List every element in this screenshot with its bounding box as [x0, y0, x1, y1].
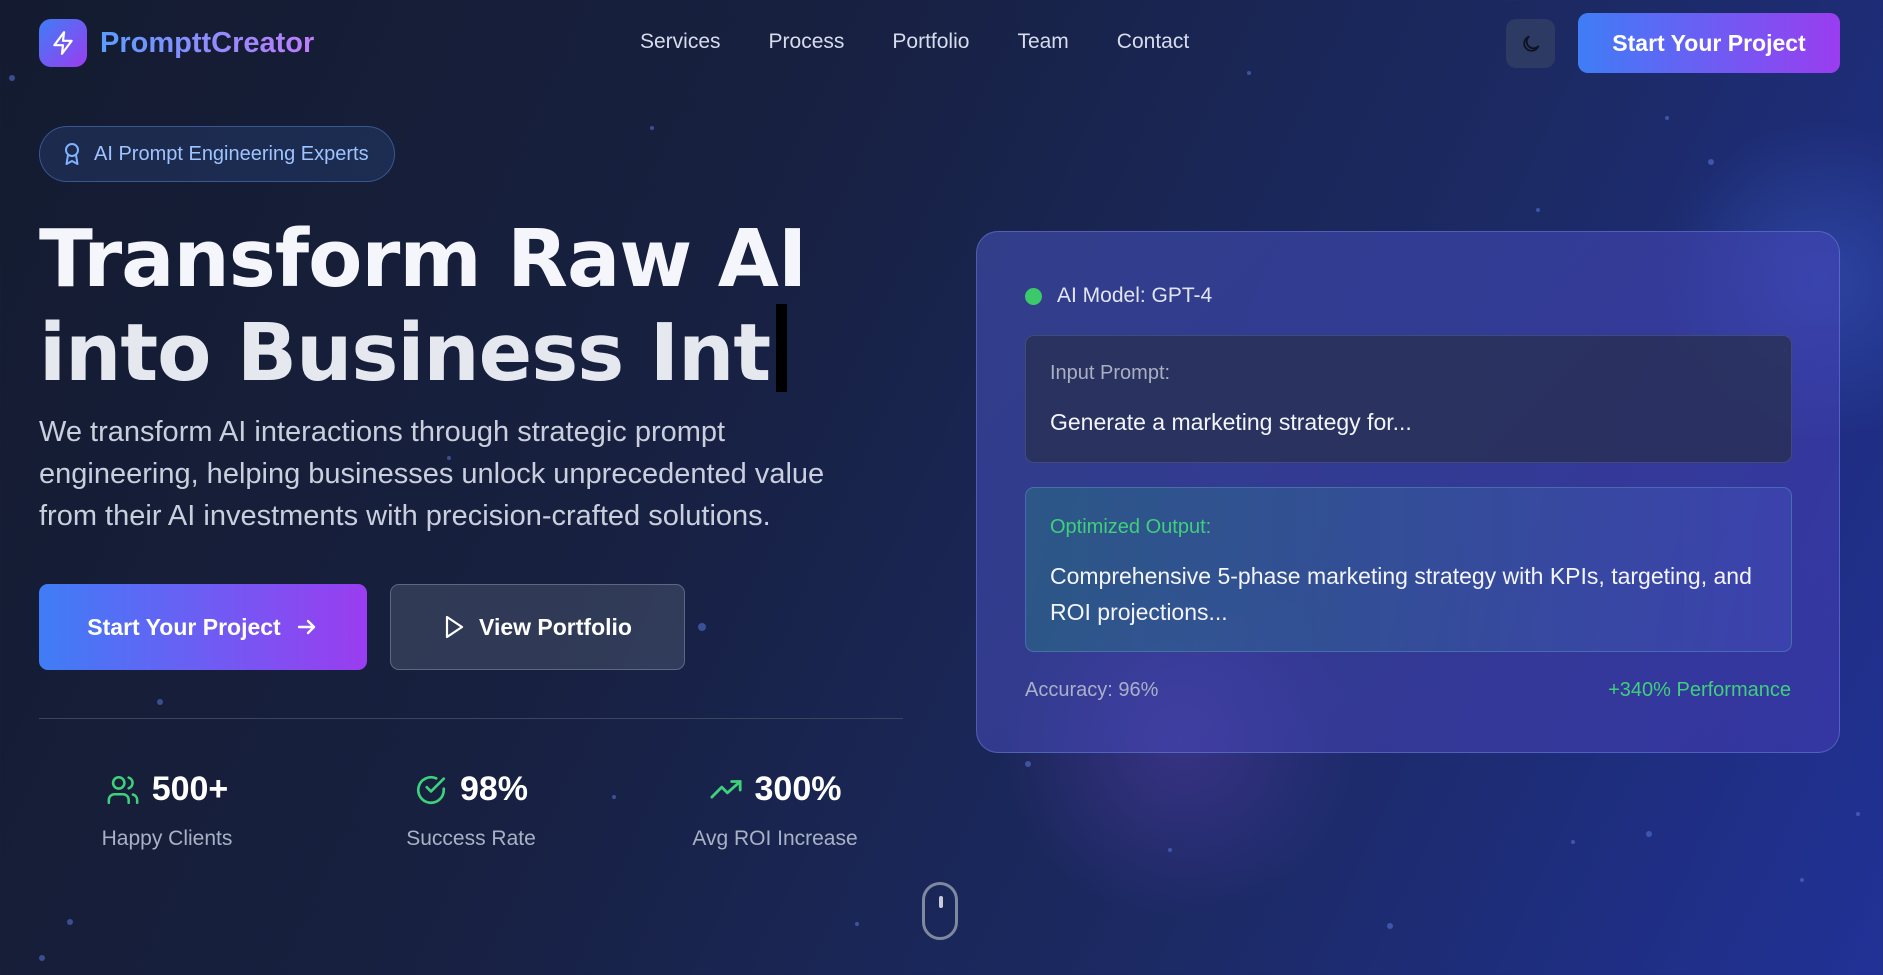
award-icon — [65, 143, 79, 165]
nav-link-contact[interactable]: Contact — [1117, 30, 1189, 54]
bolt-icon — [39, 19, 87, 67]
view-portfolio-button[interactable]: View Portfolio — [390, 584, 685, 670]
hero-badge-label: AI Prompt Engineering Experts — [94, 142, 369, 165]
stat-label: Avg ROI Increase — [692, 827, 858, 850]
stat-value: 500+ — [151, 770, 229, 808]
input-prompt-box: Input Prompt: Generate a marketing strat… — [1025, 335, 1792, 463]
optimized-output-text: Comprehensive 5-phase marketing strategy… — [1050, 563, 1752, 625]
nav-start-project-button[interactable]: Start Your Project — [1578, 13, 1840, 73]
nav-links: Services Process Portfolio Team Contact — [640, 30, 1237, 54]
model-label: AI Model: GPT-4 — [1057, 284, 1213, 307]
hero-badge: AI Prompt Engineering Experts — [39, 126, 395, 182]
stat-happy-clients: 500+ Happy Clients — [57, 770, 277, 851]
input-prompt-text: Generate a marketing strategy for... — [1050, 409, 1412, 435]
hero-title-line2-text: into Business Int — [39, 307, 771, 399]
moon-icon — [1522, 35, 1539, 52]
hero-title-line2: into Business Int — [39, 304, 806, 398]
top-navbar: PrompttCreator Services Process Portfoli… — [0, 0, 1883, 88]
hero-description: We transform AI interactions through str… — [39, 416, 825, 532]
stat-value: 300% — [754, 770, 842, 808]
start-project-button[interactable]: Start Your Project — [39, 584, 367, 670]
nav-link-services[interactable]: Services — [640, 30, 721, 54]
stats-divider — [39, 718, 903, 719]
stat-roi-increase: 300% Avg ROI Increase — [665, 770, 885, 851]
stat-value: 98% — [459, 770, 529, 808]
stat-label: Success Rate — [406, 827, 536, 850]
brand-logo[interactable]: PrompttCreator — [39, 19, 314, 67]
theme-toggle-button[interactable] — [1506, 19, 1555, 68]
scroll-indicator-icon[interactable] — [922, 882, 958, 940]
prompt-demo-card: AI Model: GPT-4 Input Prompt: Generate a… — [976, 231, 1840, 753]
stat-success-rate: 98% Success Rate — [361, 770, 581, 851]
stat-label: Happy Clients — [101, 827, 233, 850]
scroll-wheel — [939, 896, 943, 908]
nav-link-team[interactable]: Team — [1017, 30, 1068, 54]
optimized-output-box: Optimized Output: Comprehensive 5-phase … — [1025, 487, 1792, 652]
nav-link-portfolio[interactable]: Portfolio — [892, 30, 969, 54]
accuracy-readout: Accuracy: 96% — [1025, 679, 1159, 701]
status-dot-icon — [1025, 287, 1042, 305]
check-circle-icon — [416, 775, 446, 804]
brand-name: PrompttCreator — [100, 26, 315, 59]
view-portfolio-label: View Portfolio — [479, 613, 632, 640]
play-icon — [445, 615, 464, 639]
hero-title-line1: Transform Raw AI — [39, 213, 807, 305]
optimized-output-label: Optimized Output: — [1050, 516, 1212, 538]
typing-caret — [776, 304, 788, 392]
performance-readout: +340% Performance — [1608, 679, 1791, 701]
model-status: AI Model: GPT-4 — [1025, 284, 1212, 308]
users-icon — [107, 775, 139, 804]
input-prompt-label: Input Prompt: — [1050, 362, 1171, 384]
start-project-label: Start Your Project — [87, 613, 281, 640]
nav-link-process[interactable]: Process — [769, 30, 845, 54]
trending-up-icon — [709, 779, 742, 798]
hero-title: Transform Raw AI into Business Int — [39, 213, 807, 398]
arrow-right-icon — [297, 619, 315, 635]
